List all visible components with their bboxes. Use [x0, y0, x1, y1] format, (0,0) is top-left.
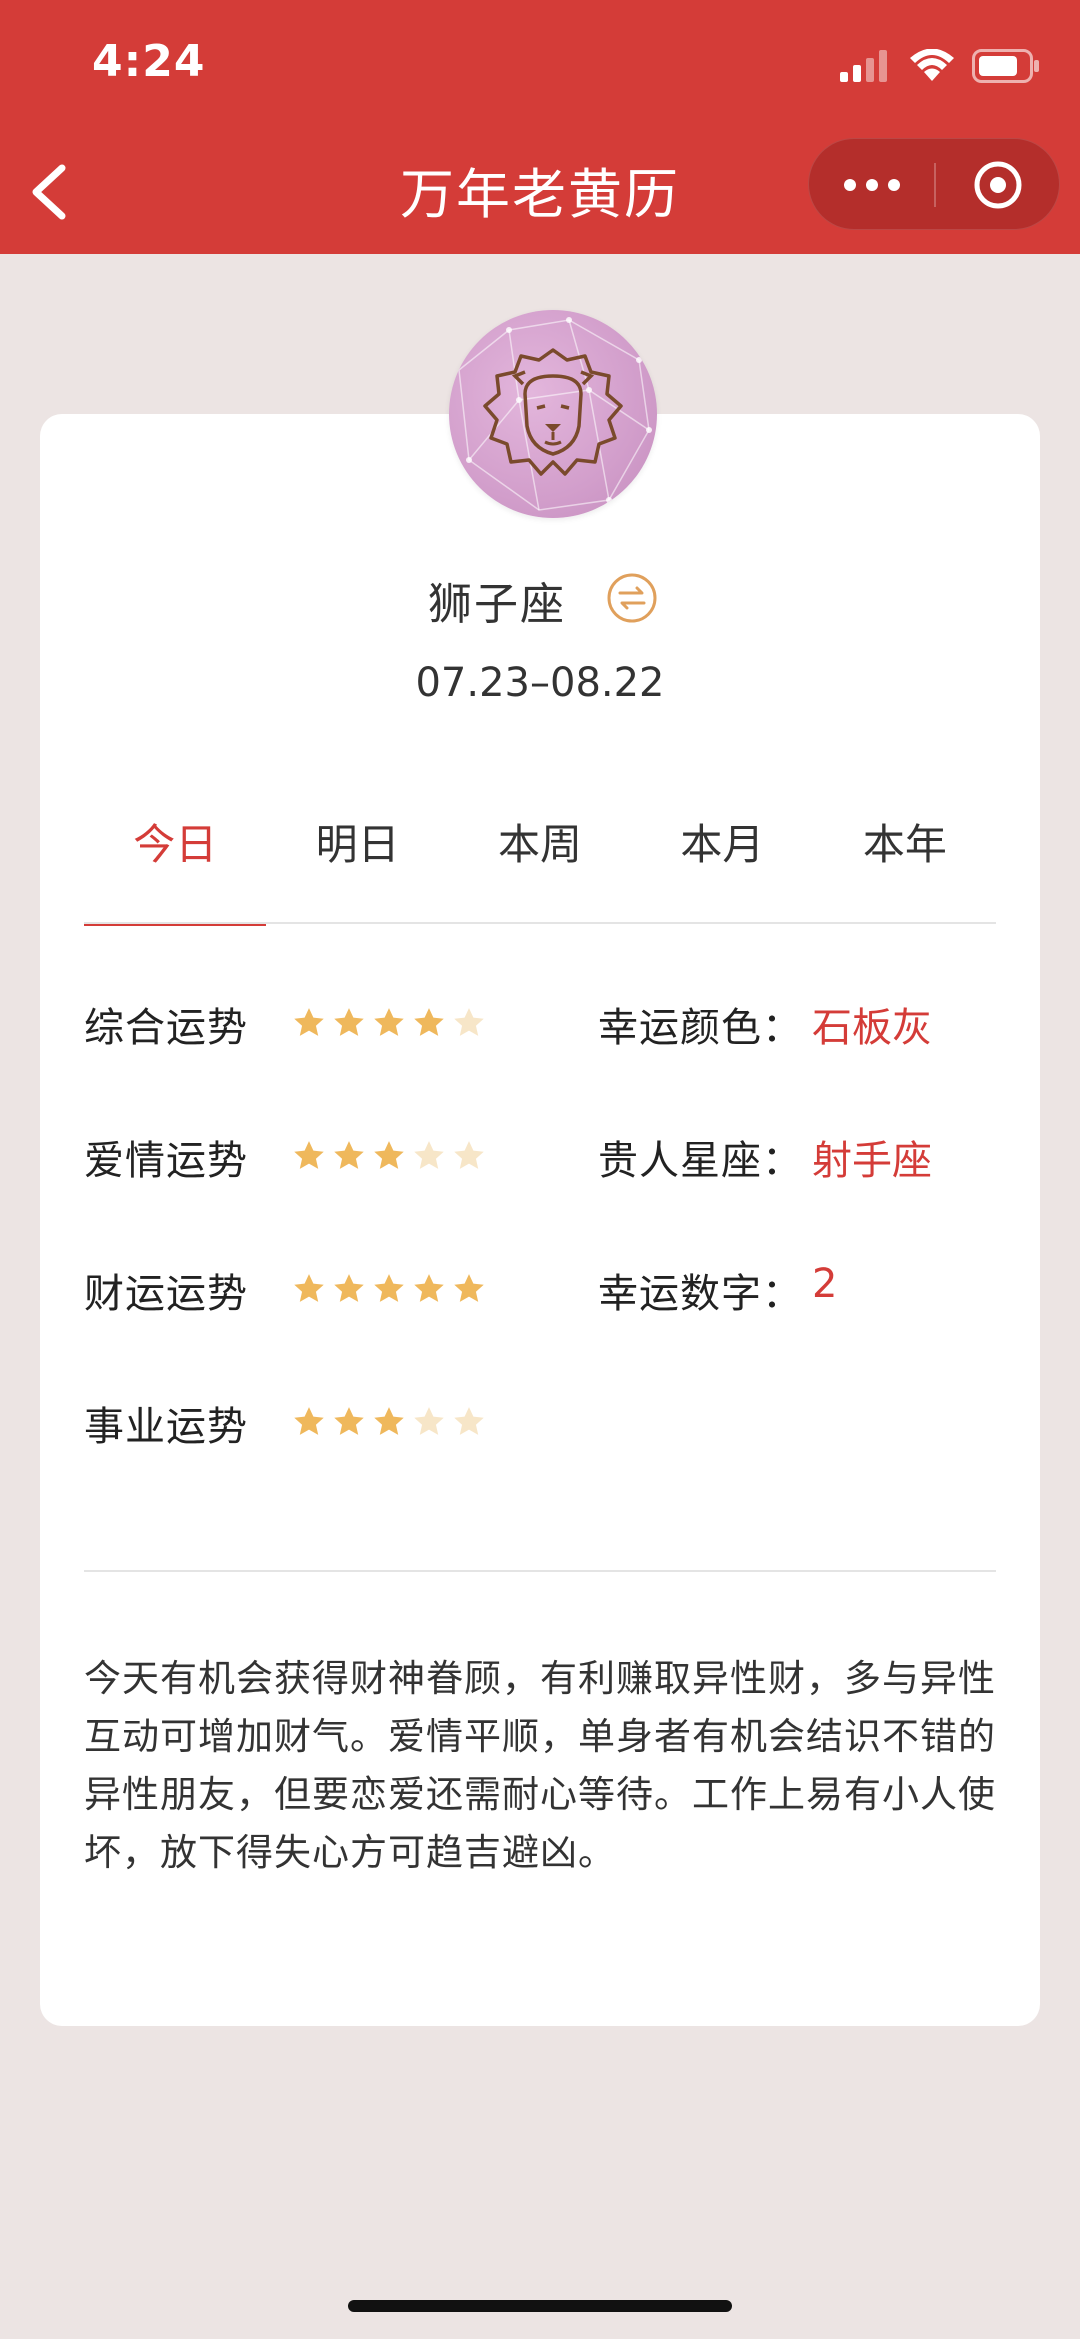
- star-empty-icon: [454, 1407, 484, 1435]
- star-filled-icon: [454, 1274, 484, 1302]
- star-empty-icon: [454, 1141, 484, 1169]
- close-button[interactable]: [935, 139, 1061, 231]
- lucky-number-label: 幸运数字：: [598, 1271, 803, 1317]
- star-filled-icon: [334, 1141, 364, 1169]
- status-icons: [840, 46, 1040, 86]
- star-filled-icon: [374, 1141, 404, 1169]
- star-filled-icon: [374, 1407, 404, 1435]
- period-tabs: 今日 明日 本周 本月 本年: [84, 800, 996, 926]
- fortune-overall-stars: [292, 1006, 486, 1040]
- star-empty-icon: [414, 1407, 444, 1435]
- zodiac-avatar: [449, 310, 657, 518]
- app-header: 4:24 万年老黄历: [0, 0, 1080, 254]
- star-filled-icon: [414, 1008, 444, 1036]
- star-filled-icon: [294, 1274, 324, 1302]
- star-filled-icon: [294, 1407, 324, 1435]
- section-divider: [84, 1570, 996, 1572]
- fortune-love-stars: [292, 1139, 486, 1173]
- lucky-color-label: 幸运颜色：: [598, 1005, 803, 1051]
- zodiac-name: 狮子座: [428, 579, 566, 630]
- status-time: 4:24: [92, 36, 206, 87]
- star-empty-icon: [454, 1008, 484, 1036]
- star-filled-icon: [374, 1008, 404, 1036]
- tab-today[interactable]: 今日: [84, 800, 267, 926]
- fortune-wealth-label: 财运运势: [84, 1271, 248, 1317]
- tabs-divider: [84, 922, 996, 924]
- fortune-wealth-stars: [292, 1272, 486, 1306]
- noble-sign-value: 射手座: [812, 1138, 932, 1184]
- fortune-career-label: 事业运势: [84, 1404, 248, 1450]
- tab-tomorrow[interactable]: 明日: [266, 800, 448, 924]
- fortune-overall-label: 综合运势: [84, 1005, 248, 1051]
- zodiac-date-range: 07.23–08.22: [415, 660, 665, 706]
- star-filled-icon: [294, 1008, 324, 1036]
- lion-icon: [458, 317, 652, 511]
- noble-sign-label: 贵人星座：: [598, 1138, 803, 1184]
- fortune-description: 今天有机会获得财神眷顾，有利赚取异性财，多与异性互动可增加财气。爱情平顺，单身者…: [84, 1657, 996, 1874]
- fortune-career-stars: [292, 1405, 486, 1439]
- battery-icon: [972, 49, 1039, 83]
- star-filled-icon: [334, 1407, 364, 1435]
- more-button[interactable]: [809, 139, 935, 231]
- switch-arrows-icon: [607, 573, 657, 623]
- star-empty-icon: [414, 1141, 444, 1169]
- star-filled-icon: [294, 1141, 324, 1169]
- target-circle-icon: [974, 161, 1022, 209]
- signal-icon: [840, 50, 887, 82]
- star-filled-icon: [374, 1274, 404, 1302]
- star-filled-icon: [334, 1008, 364, 1036]
- lucky-number-value: 2: [812, 1261, 838, 1307]
- star-filled-icon: [334, 1274, 364, 1302]
- tab-this-year[interactable]: 本年: [814, 800, 996, 924]
- home-indicator: [348, 2300, 732, 2312]
- tab-this-month[interactable]: 本月: [631, 800, 813, 924]
- switch-zodiac-button[interactable]: [606, 572, 658, 624]
- tab-this-week[interactable]: 本周: [449, 800, 631, 924]
- mini-program-capsule: [808, 138, 1060, 230]
- star-filled-icon: [414, 1274, 444, 1302]
- fortune-love-label: 爱情运势: [84, 1138, 248, 1184]
- wifi-icon: [910, 49, 954, 81]
- lucky-color-value: 石板灰: [812, 1005, 932, 1051]
- more-dots-icon: [844, 179, 900, 191]
